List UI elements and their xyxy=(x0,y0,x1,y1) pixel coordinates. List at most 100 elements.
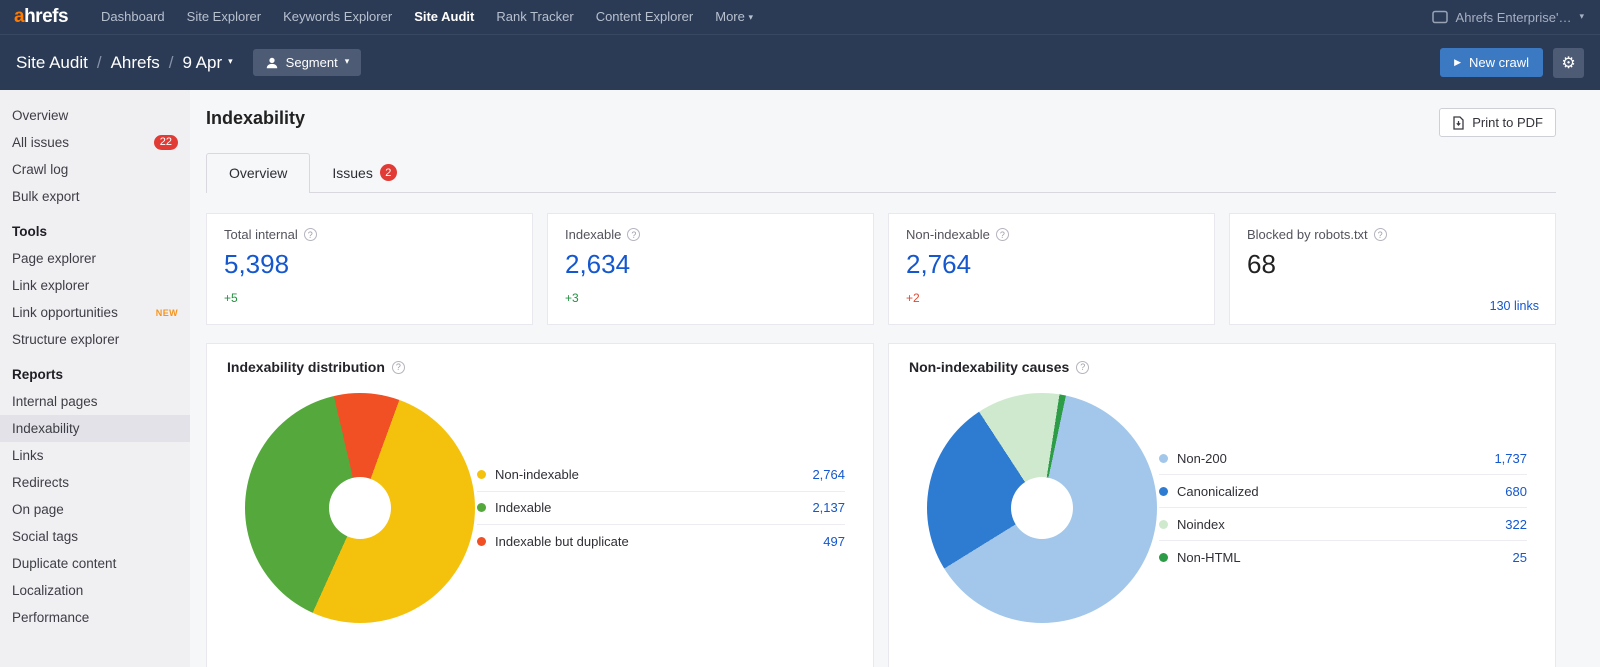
sidebar-item-label: Duplicate content xyxy=(12,556,116,571)
nav-item-site-explorer[interactable]: Site Explorer xyxy=(176,0,272,35)
sidebar-item-label: Crawl log xyxy=(12,162,68,177)
nav-item-site-audit[interactable]: Site Audit xyxy=(403,0,485,35)
stat-card-indexable: Indexable?2,634+3 xyxy=(547,213,874,325)
stats-row: Total internal?5,398+5Indexable?2,634+3N… xyxy=(206,213,1556,325)
print-to-pdf-label: Print to PDF xyxy=(1472,115,1543,130)
segment-button[interactable]: Segment ▾ xyxy=(253,49,362,76)
info-icon[interactable]: ? xyxy=(1076,361,1089,374)
legend-item-non-200[interactable]: Non-2001,737 xyxy=(1159,442,1527,475)
sidebar-item-all-issues[interactable]: All issues 22 xyxy=(0,129,190,156)
stat-label: Blocked by robots.txt? xyxy=(1247,227,1538,242)
info-icon[interactable]: ? xyxy=(304,228,317,241)
sidebar-item-label: Links xyxy=(12,448,44,463)
legend-dot xyxy=(1159,520,1168,529)
account-menu[interactable]: Ahrefs Enterprise'… ▾ xyxy=(1432,10,1586,25)
sidebar-item-localization[interactable]: Localization xyxy=(0,577,190,604)
stat-value: 5,398 xyxy=(224,249,515,280)
legend-label: Non-indexable xyxy=(495,467,579,482)
chart-legend: Non-2001,737Canonicalized680Noindex322No… xyxy=(1159,442,1527,574)
legend-item-indexable-but-duplicate[interactable]: Indexable but duplicate497 xyxy=(477,525,845,558)
legend-value: 1,737 xyxy=(1494,451,1527,466)
legend-dot xyxy=(1159,487,1168,496)
legend-dot xyxy=(1159,454,1168,463)
donut-hole xyxy=(1011,477,1073,539)
sidebar-item-on-page[interactable]: On page xyxy=(0,496,190,523)
sidebar-item-page-explorer[interactable]: Page explorer xyxy=(0,245,190,272)
sidebar-item-label: Link explorer xyxy=(12,278,89,293)
new-tag: NEW xyxy=(156,308,178,318)
legend-value: 322 xyxy=(1505,517,1527,532)
stat-delta: +2 xyxy=(906,291,1197,305)
chevron-down-icon: ▾ xyxy=(749,0,754,34)
sidebar-item-duplicate-content[interactable]: Duplicate content xyxy=(0,550,190,577)
gear-icon: ⚙ xyxy=(1561,53,1575,73)
account-name: Ahrefs Enterprise'… xyxy=(1456,10,1572,25)
sidebar-item-redirects[interactable]: Redirects xyxy=(0,469,190,496)
legend-label: Non-HTML xyxy=(1177,550,1241,565)
legend-dot xyxy=(477,470,486,479)
issue-count-badge: 22 xyxy=(154,135,178,150)
nav-item-keywords-explorer[interactable]: Keywords Explorer xyxy=(272,0,403,35)
sidebar-item-crawl-log[interactable]: Crawl log xyxy=(0,156,190,183)
sidebar-item-indexability[interactable]: Indexability xyxy=(0,415,190,442)
sidebar-item-internal-pages[interactable]: Internal pages xyxy=(0,388,190,415)
sidebar: Overview All issues 22 Crawl log Bulk export… xyxy=(0,90,190,667)
breadcrumb-site-audit[interactable]: Site Audit xyxy=(16,53,88,73)
legend-label: Canonicalized xyxy=(1177,484,1259,499)
info-icon[interactable]: ? xyxy=(627,228,640,241)
legend-item-canonicalized[interactable]: Canonicalized680 xyxy=(1159,475,1527,508)
chevron-down-icon: ▾ xyxy=(228,56,233,67)
legend-item-indexable[interactable]: Indexable2,137 xyxy=(477,492,845,525)
nav-item-content-explorer[interactable]: Content Explorer xyxy=(585,0,705,35)
sidebar-item-label: Localization xyxy=(12,583,83,598)
top-navbar: ahrefs DashboardSite ExplorerKeywords Ex… xyxy=(0,0,1600,34)
stat-delta: +3 xyxy=(565,291,856,305)
settings-gear-button[interactable]: ⚙ xyxy=(1553,48,1584,78)
stat-link[interactable]: 130 links xyxy=(1490,299,1539,313)
tab-overview[interactable]: Overview xyxy=(206,153,310,193)
new-crawl-button[interactable]: ▶ New crawl xyxy=(1440,48,1543,77)
chevron-down-icon: ▾ xyxy=(345,56,350,67)
stat-card-blocked-by-robots-txt: Blocked by robots.txt? 68 130 links xyxy=(1229,213,1556,325)
nav-item-more[interactable]: More ▾ xyxy=(704,0,764,35)
info-icon[interactable]: ? xyxy=(996,228,1009,241)
sidebar-item-links[interactable]: Links xyxy=(0,442,190,469)
donut-chart[interactable] xyxy=(245,393,475,623)
tab-label: Overview xyxy=(229,165,287,181)
legend-item-non-html[interactable]: Non-HTML25 xyxy=(1159,541,1527,574)
sidebar-item-performance[interactable]: Performance xyxy=(0,604,190,631)
nav-item-rank-tracker[interactable]: Rank Tracker xyxy=(485,0,584,35)
legend-label: Noindex xyxy=(1177,517,1225,532)
breadcrumb-separator: / xyxy=(169,53,174,73)
print-to-pdf-button[interactable]: Print to PDF xyxy=(1439,108,1556,137)
sidebar-item-link-explorer[interactable]: Link explorer xyxy=(0,272,190,299)
legend-item-non-indexable[interactable]: Non-indexable2,764 xyxy=(477,459,845,492)
chart-title: Indexability distribution xyxy=(227,359,385,375)
sidebar-item-label: All issues xyxy=(12,135,69,150)
main-content: Indexability Print to PDF Overview Issue… xyxy=(190,90,1600,667)
breadcrumb: Site Audit/Ahrefs/9 Apr▾ xyxy=(16,53,233,73)
legend-item-noindex[interactable]: Noindex 322 xyxy=(1159,508,1527,541)
sidebar-item-overview[interactable]: Overview xyxy=(0,102,190,129)
donut-chart[interactable] xyxy=(927,393,1157,623)
chart-legend: Non-indexable2,764Indexable2,137Indexabl… xyxy=(477,459,845,558)
sidebar-item-social-tags[interactable]: Social tags xyxy=(0,523,190,550)
sidebar-item-bulk-export[interactable]: Bulk export xyxy=(0,183,190,210)
breadcrumb-ahrefs[interactable]: Ahrefs xyxy=(111,53,160,73)
ahrefs-logo[interactable]: ahrefs xyxy=(14,6,68,28)
tab-issues[interactable]: Issues 2 xyxy=(310,153,418,192)
breadcrumb-9-apr[interactable]: 9 Apr▾ xyxy=(182,53,232,73)
issues-count-badge: 2 xyxy=(380,164,397,181)
tab-label: Issues xyxy=(332,165,372,181)
stat-value: 68 xyxy=(1247,249,1538,280)
stat-delta: +5 xyxy=(224,291,515,305)
info-icon[interactable]: ? xyxy=(392,361,405,374)
stat-value: 2,634 xyxy=(565,249,856,280)
info-icon[interactable]: ? xyxy=(1374,228,1387,241)
sidebar-item-link-opportunities[interactable]: Link opportunitiesNEW xyxy=(0,299,190,326)
chart-card-non-indexability-causes: Non-indexability causes?Non-2001,737Cano… xyxy=(888,343,1556,667)
page-title: Indexability xyxy=(206,108,305,129)
sidebar-item-structure-explorer[interactable]: Structure explorer xyxy=(0,326,190,353)
stat-label: Non-indexable? xyxy=(906,227,1197,242)
nav-item-dashboard[interactable]: Dashboard xyxy=(90,0,176,35)
